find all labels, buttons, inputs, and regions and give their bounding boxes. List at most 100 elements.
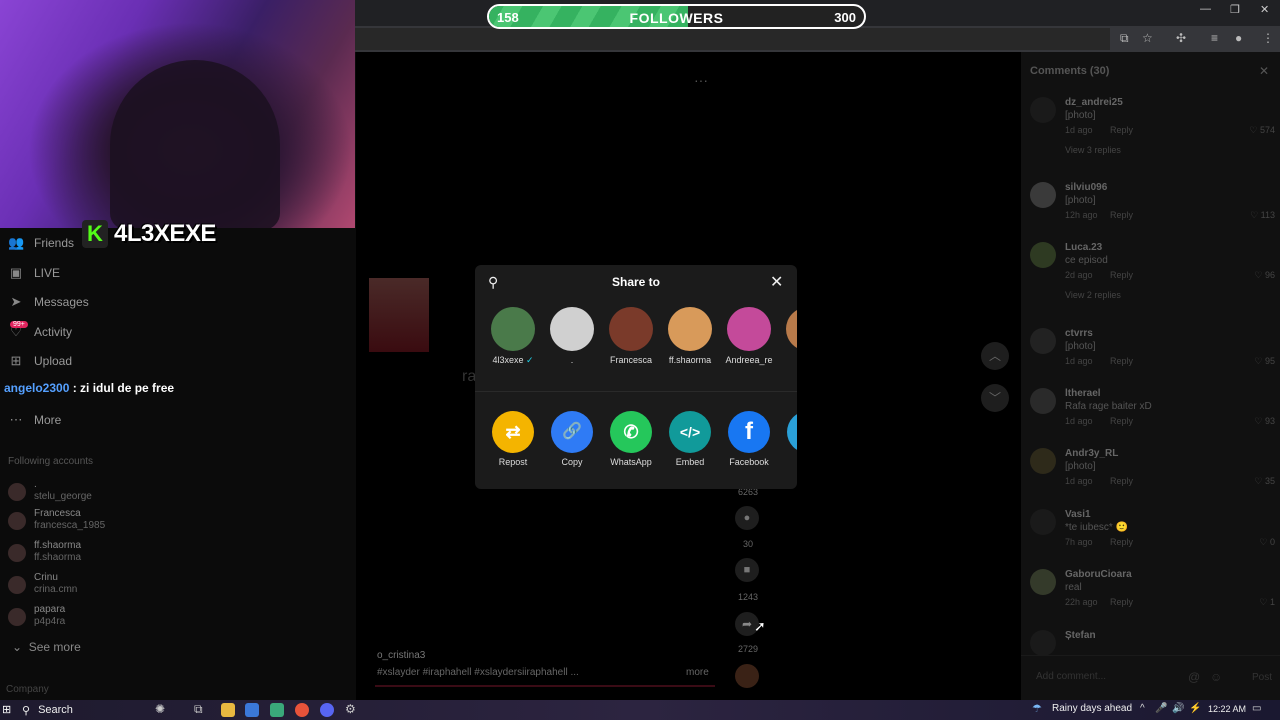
- reply-button[interactable]: Reply: [1110, 210, 1133, 220]
- comment-likes[interactable]: ♡ 1: [1259, 597, 1275, 608]
- following-item[interactable]: . stelu_george: [8, 479, 208, 505]
- caption-username[interactable]: o_cristina3: [377, 650, 425, 661]
- save-action[interactable]: ■: [735, 558, 759, 582]
- copilot-icon[interactable]: ✺: [155, 702, 165, 716]
- caption-hashtags[interactable]: #xslayder #iraphahell #xslaydersiiraphah…: [377, 667, 579, 678]
- comment-likes[interactable]: ♡ 95: [1254, 356, 1275, 367]
- video-options-icon[interactable]: ···: [694, 72, 708, 88]
- cast-icon[interactable]: ⧉: [1120, 31, 1129, 46]
- comment-username[interactable]: Ștefan: [1065, 630, 1096, 641]
- share-contact[interactable]: Francesca: [603, 307, 659, 367]
- comment-likes[interactable]: ♡ 0: [1259, 537, 1275, 548]
- media-icon[interactable]: ≡: [1211, 31, 1218, 45]
- comment-action[interactable]: ●: [735, 506, 759, 530]
- next-video-button[interactable]: ﹀: [981, 384, 1009, 412]
- avatar[interactable]: [1030, 97, 1056, 123]
- windows-start-icon[interactable]: ⊞: [2, 703, 11, 716]
- weather-text[interactable]: Rainy days ahead: [1052, 703, 1132, 714]
- avatar[interactable]: [1030, 328, 1056, 354]
- network-icon[interactable]: ⚡: [1189, 703, 1201, 714]
- sidebar-item-messages[interactable]: ➤ Messages: [8, 291, 89, 313]
- music-disc-icon[interactable]: [735, 664, 759, 688]
- avatar[interactable]: [1030, 388, 1056, 414]
- following-item[interactable]: papara p4p4ra: [8, 604, 208, 630]
- comment-likes[interactable]: ♡ 574: [1249, 125, 1275, 136]
- view-replies-button[interactable]: View 3 replies: [1065, 145, 1121, 155]
- share-contact[interactable]: ff.shaorma: [662, 307, 718, 367]
- microphone-icon[interactable]: 🎤: [1155, 703, 1167, 714]
- menu-icon[interactable]: ⋮: [1262, 31, 1274, 45]
- app-icon[interactable]: [245, 703, 259, 717]
- mention-icon[interactable]: @: [1188, 670, 1200, 684]
- close-icon[interactable]: ✕: [770, 272, 783, 292]
- reply-button[interactable]: Reply: [1110, 416, 1133, 426]
- share-option-copy[interactable]: 🔗 Copy: [544, 411, 600, 471]
- avatar[interactable]: [1030, 630, 1056, 656]
- discord-icon[interactable]: [320, 703, 334, 717]
- task-view-icon[interactable]: ⧉: [194, 702, 203, 717]
- video-progress-bar[interactable]: [375, 685, 715, 687]
- post-button[interactable]: Post: [1252, 672, 1272, 683]
- comment-username[interactable]: ltherael: [1065, 388, 1101, 399]
- reply-button[interactable]: Reply: [1110, 356, 1133, 366]
- following-item[interactable]: Francesca francesca_1985: [8, 508, 208, 534]
- clock[interactable]: 12:22 AM: [1208, 704, 1246, 714]
- avatar[interactable]: [1030, 182, 1056, 208]
- file-explorer-icon[interactable]: [221, 703, 235, 717]
- reply-button[interactable]: Reply: [1110, 537, 1133, 547]
- comment-username[interactable]: Vasi1: [1065, 509, 1091, 520]
- comment-username[interactable]: silviu096: [1065, 182, 1107, 193]
- comment-likes[interactable]: ♡ 35: [1254, 476, 1275, 487]
- comment-likes[interactable]: ♡ 113: [1250, 210, 1275, 221]
- comment-likes[interactable]: ♡ 93: [1254, 416, 1275, 427]
- comment-username[interactable]: Andr3y_RL: [1065, 448, 1118, 459]
- following-item[interactable]: Crinu crina.cmn: [8, 572, 208, 598]
- avatar[interactable]: [1030, 569, 1056, 595]
- comment-username[interactable]: ctvrrs: [1065, 328, 1093, 339]
- sidebar-item-live[interactable]: ▣ LIVE: [8, 262, 60, 284]
- minimize-icon[interactable]: —: [1200, 3, 1211, 15]
- share-contact[interactable]: 4l3xexe ✓: [485, 307, 541, 367]
- avatar[interactable]: [1030, 242, 1056, 268]
- share-option-embed[interactable]: </> Embed: [662, 411, 718, 471]
- share-contact[interactable]: p: [780, 307, 797, 367]
- volume-icon[interactable]: 🔊: [1172, 703, 1184, 714]
- following-item[interactable]: ff.shaorma ff.shaorma: [8, 540, 208, 566]
- reply-button[interactable]: Reply: [1110, 125, 1133, 135]
- notifications-icon[interactable]: ▭: [1252, 703, 1261, 714]
- comment-username[interactable]: dz_andrei25: [1065, 97, 1123, 108]
- emoji-icon[interactable]: ☺: [1210, 670, 1222, 684]
- close-icon[interactable]: ✕: [1259, 64, 1269, 78]
- maximize-icon[interactable]: ❐: [1230, 3, 1240, 16]
- share-option-telegram[interactable]: ➤ Te: [780, 411, 797, 471]
- share-option-whatsapp[interactable]: ✆ WhatsApp: [603, 411, 659, 471]
- avatar[interactable]: [1030, 509, 1056, 535]
- settings-gear-icon[interactable]: ⚙: [345, 702, 356, 716]
- sidebar-item-more[interactable]: ⋯ More: [8, 409, 62, 431]
- extensions-icon[interactable]: ✣: [1176, 31, 1186, 45]
- app-icon[interactable]: [270, 703, 284, 717]
- chrome-icon[interactable]: [295, 703, 309, 717]
- share-option-repost[interactable]: ⇄ Repost: [485, 411, 541, 471]
- see-more-link[interactable]: ⌄ See more: [12, 640, 81, 654]
- tray-chevron-icon[interactable]: ^: [1140, 703, 1145, 714]
- reply-button[interactable]: Reply: [1110, 597, 1133, 607]
- share-contact[interactable]: Andreea_re: [721, 307, 777, 367]
- reply-button[interactable]: Reply: [1110, 270, 1133, 280]
- comment-username[interactable]: GaboruCioara: [1065, 569, 1132, 580]
- address-bar[interactable]: [355, 28, 1110, 50]
- share-contact[interactable]: .: [544, 307, 600, 367]
- reply-button[interactable]: Reply: [1110, 476, 1133, 486]
- profile-icon[interactable]: ●: [1235, 31, 1242, 45]
- view-replies-button[interactable]: View 2 replies: [1065, 290, 1121, 300]
- previous-video-button[interactable]: ︿: [981, 342, 1009, 370]
- comment-username[interactable]: Luca.23: [1065, 242, 1102, 253]
- close-window-icon[interactable]: ✕: [1260, 3, 1269, 16]
- avatar[interactable]: [1030, 448, 1056, 474]
- comment-likes[interactable]: ♡ 96: [1254, 270, 1275, 281]
- share-option-facebook[interactable]: f Facebook: [721, 411, 777, 471]
- sidebar-item-upload[interactable]: ⊞ Upload: [8, 350, 72, 372]
- caption-more-button[interactable]: more: [686, 667, 709, 678]
- sidebar-item-friends[interactable]: 👥 Friends: [8, 232, 74, 254]
- bookmark-star-icon[interactable]: ☆: [1142, 31, 1153, 45]
